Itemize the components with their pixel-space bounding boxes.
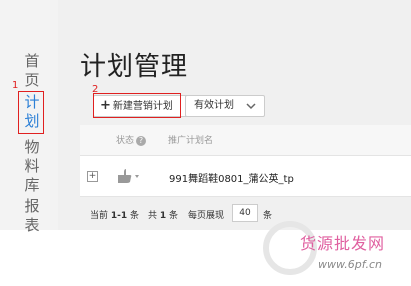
watermark-text: 货源批发网 (300, 234, 386, 253)
nav-item-home[interactable]: 首 页 (22, 52, 42, 90)
nav-label: 首 (24, 52, 40, 70)
highlight-box-nav (18, 91, 44, 134)
pager-count: 1 (159, 211, 167, 221)
table-header: 状态? 推广计划名 (80, 125, 411, 155)
plan-name-link[interactable]: 991舞蹈鞋0801_蒲公英_tp (169, 170, 294, 185)
watermark-url: www.6pf.cn (318, 258, 382, 271)
pager-text: 共 (148, 211, 158, 221)
watermark: 货源批发网 www.6pf.cn (260, 210, 411, 286)
annotation-number-1: 1 (12, 80, 19, 91)
plan-filter-value: 有效计划 (194, 100, 234, 111)
status-dropdown[interactable] (115, 166, 141, 186)
nav-label: 表 (24, 216, 40, 234)
chevron-down-icon (246, 96, 256, 124)
pager-total: 共 1 条 (148, 208, 178, 221)
annotation-number-2: 2 (92, 84, 99, 95)
nav-label: 报 (24, 197, 40, 215)
highlight-box-button (93, 93, 181, 118)
pager-text: 当前 (90, 211, 109, 221)
table-row: + 991舞蹈鞋0801_蒲公英_tp (80, 155, 411, 197)
nav-label: 库 (24, 176, 40, 194)
nav-label: 料 (24, 157, 40, 175)
column-header-status: 状态? (116, 133, 147, 146)
page-size-input[interactable]: 40 (232, 204, 258, 222)
thumb-hand-icon (118, 169, 139, 183)
nav-label: 页 (24, 71, 40, 89)
pager-range: 1-1 (110, 211, 128, 221)
expand-icon[interactable]: + (87, 171, 98, 182)
nav-label: 物 (24, 138, 40, 156)
page-title: 计划管理 (80, 52, 189, 82)
nav-item-materials[interactable]: 物 料 库 (22, 138, 42, 195)
column-header-name: 推广计划名 (168, 136, 214, 146)
help-icon[interactable]: ? (136, 135, 147, 146)
pager-text: 条 (169, 211, 179, 221)
pager-text: 条 (130, 211, 140, 221)
column-header-label: 状态 (116, 136, 135, 146)
pager-current: 当前 1-1 条 (90, 208, 139, 221)
page-size-label: 每页展现 (188, 211, 225, 221)
plan-filter-select[interactable]: 有效计划 (185, 95, 265, 117)
nav-item-reports[interactable]: 报 表 (22, 197, 42, 235)
